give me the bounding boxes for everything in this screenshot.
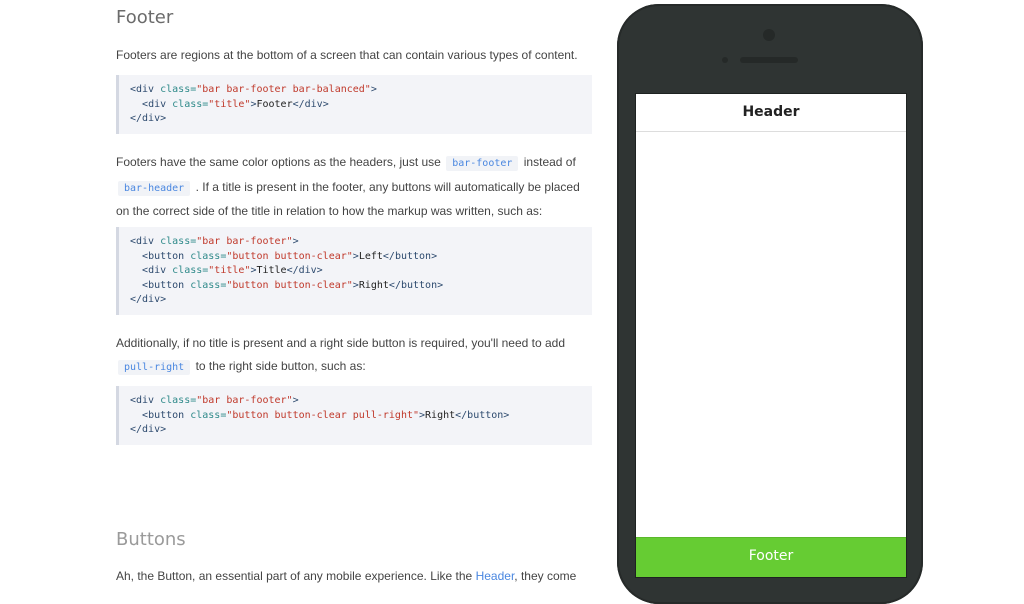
colors-text-b: instead of — [523, 155, 576, 169]
code-token: Left — [358, 250, 383, 262]
code-token: > — [370, 84, 377, 95]
code-token: </button> — [388, 279, 444, 291]
code-block-pull-right: <div class="bar bar-footer"> <button cla… — [116, 386, 592, 445]
code-line: <button class="button button-clear">Left… — [130, 250, 592, 265]
code-token: > — [292, 236, 299, 247]
speaker-icon — [740, 57, 798, 63]
code-token: </div> — [292, 98, 329, 110]
phone-mockup: Header Footer — [617, 4, 923, 604]
code-line: </div> — [130, 112, 592, 127]
code-line: </div> — [130, 423, 592, 438]
code-token: </div> — [130, 113, 167, 124]
code-token: </button> — [455, 409, 510, 421]
code-token: </div> — [286, 265, 323, 276]
buttons-text-a: Ah, the Button, an essential part of any… — [116, 569, 473, 583]
code-token: <button — [142, 250, 191, 262]
intro-paragraph: Footers are regions at the bottom of a s… — [116, 48, 578, 62]
code-token: <div — [130, 395, 161, 406]
colors-paragraph: Footers have the same color options as t… — [116, 151, 592, 223]
code-token: Title — [256, 265, 287, 276]
code-token: "bar bar-footer" — [196, 395, 293, 406]
code-block-footer-balanced: <div class="bar bar-footer bar-balanced"… — [116, 75, 592, 134]
code-token: class= — [190, 409, 227, 421]
section-title-footer: Footer — [116, 7, 174, 28]
code-line: <button class="button button-clear pull-… — [130, 409, 592, 424]
buttons-intro-paragraph: Ah, the Button, an essential part of any… — [116, 565, 592, 588]
code-token: </button> — [382, 250, 438, 262]
code-token: "title" — [208, 98, 251, 110]
code-token: class= — [172, 98, 209, 110]
phone-header-bar: Header — [636, 94, 906, 132]
code-token: class= — [160, 84, 197, 95]
code-token: <div — [130, 84, 161, 95]
code-line: <div class="bar bar-footer"> — [130, 394, 592, 409]
code-token: <div — [130, 236, 161, 247]
header-link[interactable]: Header — [476, 569, 515, 583]
code-token: "bar bar-footer bar-balanced" — [196, 84, 371, 95]
inline-code-bar-footer: bar-footer — [446, 156, 519, 171]
code-token: "button button-clear" — [226, 250, 353, 262]
code-token: Footer — [256, 98, 293, 110]
code-line: <div class="bar bar-footer bar-balanced"… — [130, 83, 592, 98]
code-token: class= — [172, 265, 209, 276]
inline-code-pull-right: pull-right — [118, 359, 191, 375]
inline-code-bar-header: bar-header — [118, 180, 191, 196]
camera-icon — [763, 29, 775, 41]
code-token: </div> — [130, 424, 167, 435]
code-token: <button — [142, 409, 191, 421]
pull-right-paragraph: Additionally, if no title is present and… — [116, 332, 592, 379]
pull-right-text-a: Additionally, if no title is present and… — [116, 336, 566, 350]
code-line: <div class="title">Footer</div> — [130, 98, 592, 113]
code-token: Right — [358, 279, 389, 291]
code-token: Right — [425, 409, 456, 421]
code-line: <div class="bar bar-footer"> — [130, 235, 592, 250]
code-token: class= — [190, 250, 227, 262]
code-token: <div — [142, 265, 173, 276]
code-token: "title" — [208, 265, 251, 276]
code-token: "button button-clear" — [226, 279, 353, 291]
code-token: class= — [160, 395, 197, 406]
sensor-icon — [722, 57, 728, 63]
code-line: <button class="button button-clear">Righ… — [130, 279, 592, 294]
code-token: class= — [190, 279, 227, 291]
buttons-text-b: , they come — [514, 569, 577, 583]
phone-screen: Header Footer — [635, 93, 907, 578]
code-line: <div class="title">Title</div> — [130, 264, 592, 279]
code-token: class= — [160, 236, 197, 247]
section-title-buttons: Buttons — [116, 529, 186, 550]
code-token: </div> — [130, 294, 167, 305]
code-block-footer-buttons: <div class="bar bar-footer"> <button cla… — [116, 227, 592, 315]
code-token: <button — [142, 279, 191, 291]
code-token: "bar bar-footer" — [196, 236, 293, 247]
code-token: > — [292, 395, 299, 406]
pull-right-text-b: to the right side button, such as: — [195, 358, 366, 373]
colors-text-a: Footers have the same color options as t… — [116, 155, 441, 169]
code-token: <div — [142, 98, 173, 110]
phone-footer-bar: Footer — [636, 537, 906, 577]
code-token: "button button-clear pull-right" — [226, 409, 419, 421]
code-line: </div> — [130, 293, 592, 308]
